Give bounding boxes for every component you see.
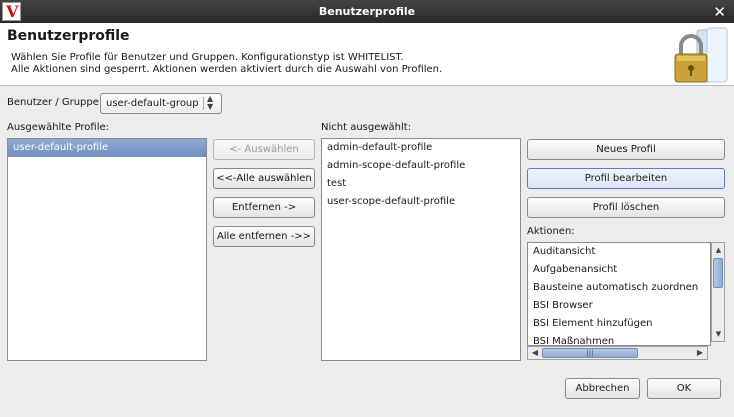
edit-profile-button[interactable]: Profil bearbeiten bbox=[527, 168, 725, 189]
dialog-window: Benutzerprofile ✕ Benutzerprofile Wählen… bbox=[0, 0, 734, 417]
user-group-value: user-default-group bbox=[106, 98, 199, 109]
actions-horizontal-scrollbar[interactable]: ◀ ||| ▶ bbox=[527, 346, 708, 360]
chevron-updown-icon: ▲ ▼ bbox=[207, 94, 214, 111]
list-item[interactable]: Aufgabenansicht bbox=[528, 261, 710, 279]
scroll-thumb[interactable] bbox=[713, 258, 723, 288]
scroll-corner bbox=[711, 346, 725, 360]
remove-all-button[interactable]: Alle entfernen ->> bbox=[213, 226, 315, 247]
window-title: Benutzerprofile bbox=[318, 5, 416, 18]
combo-divider bbox=[203, 97, 204, 110]
title-bar[interactable]: Benutzerprofile ✕ bbox=[0, 0, 734, 23]
select-all-button[interactable]: <<-Alle auswählen bbox=[213, 168, 315, 189]
not-selected-label: Nicht ausgewählt: bbox=[321, 122, 412, 133]
delete-profile-button[interactable]: Profil löschen bbox=[527, 197, 725, 218]
list-item[interactable]: BSI Browser bbox=[528, 297, 710, 315]
scroll-up-icon[interactable]: ▲ bbox=[713, 244, 724, 256]
header-description: Wählen Sie Profile für Benutzer und Grup… bbox=[11, 52, 442, 76]
actions-vertical-scrollbar[interactable]: ▲ ▼ bbox=[711, 242, 725, 342]
lock-folder-icon bbox=[674, 27, 728, 83]
list-item[interactable]: BSI Element hinzufügen bbox=[528, 315, 710, 333]
list-item[interactable]: Bausteine automatisch zuordnen bbox=[528, 279, 710, 297]
user-group-select[interactable]: user-default-group ▲ ▼ bbox=[100, 93, 222, 114]
list-item[interactable]: admin-default-profile bbox=[322, 139, 520, 157]
cancel-button[interactable]: Abbrechen bbox=[565, 378, 640, 399]
list-item[interactable]: admin-scope-default-profile bbox=[322, 157, 520, 175]
ok-button[interactable]: OK bbox=[647, 378, 721, 399]
actions-list[interactable]: Auditansicht Aufgabenansicht Bausteine a… bbox=[527, 242, 711, 346]
page-title: Benutzerprofile bbox=[7, 28, 130, 44]
list-item[interactable]: user-default-profile bbox=[8, 139, 206, 157]
list-item[interactable]: Auditansicht bbox=[528, 243, 710, 261]
scroll-left-icon[interactable]: ◀ bbox=[529, 347, 541, 359]
description-line-1: Wählen Sie Profile für Benutzer und Grup… bbox=[11, 52, 404, 63]
list-item[interactable]: test bbox=[322, 175, 520, 193]
actions-label: Aktionen: bbox=[527, 226, 575, 237]
selected-profiles-label: Ausgewählte Profile: bbox=[7, 122, 110, 133]
list-item[interactable]: user-scope-default-profile bbox=[322, 193, 520, 211]
close-icon[interactable]: ✕ bbox=[713, 3, 726, 21]
description-line-2: Alle Aktionen sind gesperrt. Aktionen we… bbox=[11, 64, 443, 75]
select-button[interactable]: <- Auswählen bbox=[213, 139, 315, 160]
list-item[interactable]: BSI Maßnahmen bbox=[528, 333, 710, 345]
dialog-header: Benutzerprofile Wählen Sie Profile für B… bbox=[0, 23, 734, 86]
user-group-label: Benutzer / Gruppe bbox=[7, 97, 99, 108]
scroll-right-icon[interactable]: ▶ bbox=[694, 347, 706, 359]
new-profile-button[interactable]: Neues Profil bbox=[527, 139, 725, 160]
scroll-down-icon[interactable]: ▼ bbox=[713, 328, 724, 340]
remove-button[interactable]: Entfernen -> bbox=[213, 197, 315, 218]
not-selected-list[interactable]: admin-default-profile admin-scope-defaul… bbox=[321, 138, 521, 361]
scroll-thumb[interactable]: ||| bbox=[542, 348, 638, 358]
selected-profiles-list[interactable]: user-default-profile bbox=[7, 138, 207, 361]
